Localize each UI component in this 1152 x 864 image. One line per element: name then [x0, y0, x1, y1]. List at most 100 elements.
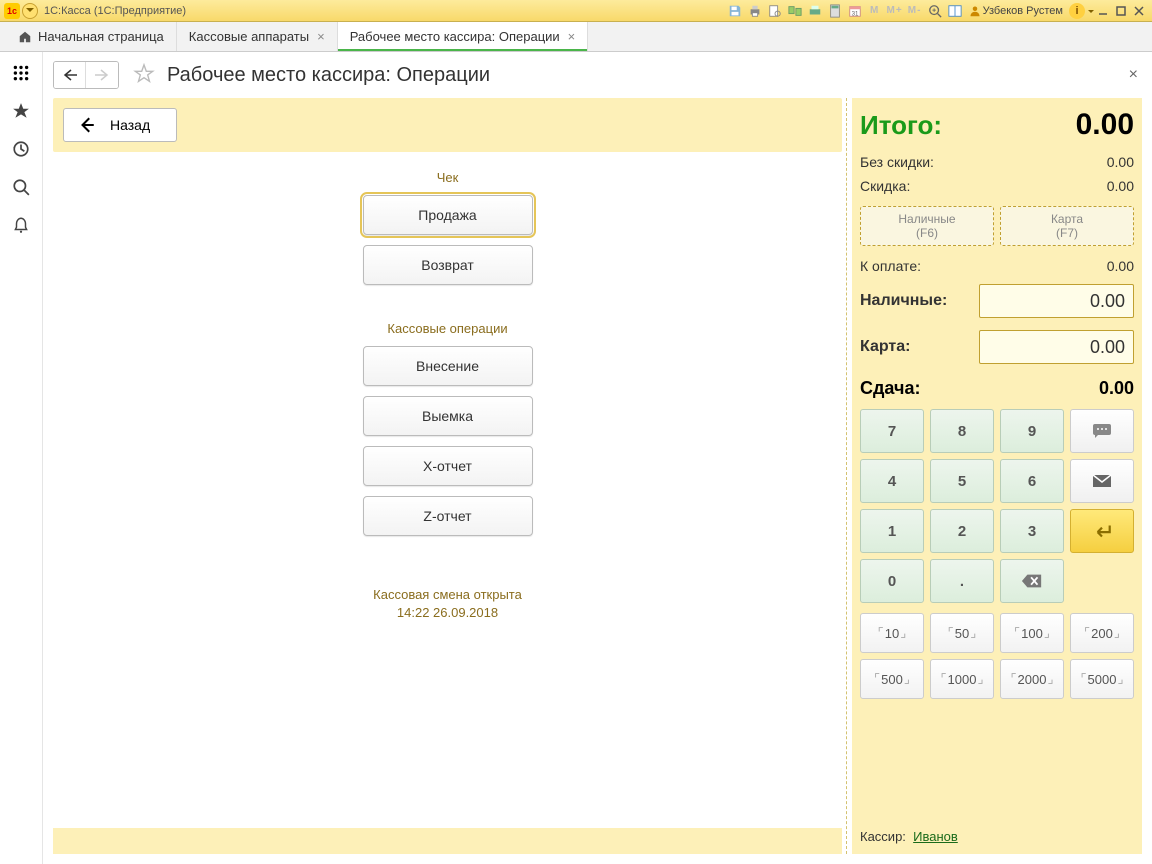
- card-label: Карта:: [860, 338, 910, 356]
- nav-buttons: [53, 61, 119, 89]
- zoom-icon[interactable]: [926, 2, 944, 20]
- save-icon[interactable]: [726, 2, 744, 20]
- history-icon[interactable]: [10, 138, 32, 160]
- nav-forward-button[interactable]: [86, 62, 118, 88]
- denom-1000[interactable]: ⌜1000⌟: [930, 659, 994, 699]
- top-band: Назад: [53, 98, 842, 152]
- app-menu-dropdown[interactable]: [22, 3, 38, 19]
- panels-icon[interactable]: [946, 2, 964, 20]
- tab-home-label: Начальная страница: [38, 29, 164, 44]
- minimize-button[interactable]: [1094, 2, 1112, 20]
- print-icon[interactable]: [746, 2, 764, 20]
- page-header: Рабочее место кассира: Операции ×: [43, 52, 1152, 98]
- denom-200[interactable]: ⌜200⌟: [1070, 613, 1134, 653]
- cashier-label: Кассир:: [860, 829, 906, 844]
- deposit-button[interactable]: Внесение: [363, 346, 533, 386]
- calc-mplus[interactable]: M+: [886, 2, 904, 20]
- key-comment[interactable]: [1070, 409, 1134, 453]
- denom-50[interactable]: ⌜50⌟: [930, 613, 994, 653]
- topay-label: К оплате:: [860, 258, 921, 274]
- close-button[interactable]: [1130, 2, 1148, 20]
- tab-registers[interactable]: Кассовые аппараты ×: [177, 22, 338, 51]
- key-4[interactable]: 4: [860, 459, 924, 503]
- key-6[interactable]: 6: [1000, 459, 1064, 503]
- cash-payment-button[interactable]: Наличные(F6): [860, 206, 994, 246]
- svg-text:31: 31: [851, 10, 858, 17]
- tab-cashier-ops[interactable]: Рабочее место кассира: Операции ×: [338, 22, 589, 51]
- calc-m[interactable]: M: [866, 2, 884, 20]
- bottom-band: [53, 828, 842, 854]
- tab-home[interactable]: Начальная страница: [6, 22, 177, 51]
- change-value: 0.00: [1099, 378, 1134, 399]
- denom-2000[interactable]: ⌜2000⌟: [1000, 659, 1064, 699]
- key-1[interactable]: 1: [860, 509, 924, 553]
- denominations-row2: ⌜500⌟ ⌜1000⌟ ⌜2000⌟ ⌜5000⌟: [860, 659, 1134, 699]
- key-9[interactable]: 9: [1000, 409, 1064, 453]
- menu-grid-icon[interactable]: [10, 62, 32, 84]
- totals-panel: Итого: 0.00 Без скидки:0.00 Скидка:0.00 …: [852, 98, 1142, 854]
- xreport-button[interactable]: X-отчет: [363, 446, 533, 486]
- window-titlebar: 1c 1С:Касса (1С:Предприятие) 31 M M+ M- …: [0, 0, 1152, 22]
- cashier-link[interactable]: Иванов: [913, 829, 958, 844]
- tab-close-icon[interactable]: ×: [568, 29, 576, 44]
- key-dot[interactable]: .: [930, 559, 994, 603]
- return-button[interactable]: Возврат: [363, 245, 533, 285]
- key-8[interactable]: 8: [930, 409, 994, 453]
- key-3[interactable]: 3: [1000, 509, 1064, 553]
- user-name: Узбеков Рустем: [983, 5, 1063, 17]
- shift-info: Кассовая смена открыта 14:22 26.09.2018: [373, 586, 522, 622]
- window-title: 1С:Касса (1С:Предприятие): [44, 5, 186, 17]
- total-label: Итого:: [860, 110, 942, 141]
- favorites-icon[interactable]: [10, 100, 32, 122]
- card-payment-button[interactable]: Карта(F7): [1000, 206, 1134, 246]
- cash-input[interactable]: [979, 284, 1134, 318]
- total-row: Итого: 0.00: [860, 108, 1134, 142]
- key-7[interactable]: 7: [860, 409, 924, 453]
- tab-registers-label: Кассовые аппараты: [189, 29, 309, 44]
- sale-button[interactable]: Продажа: [363, 195, 533, 235]
- preview-icon[interactable]: [766, 2, 784, 20]
- search-icon[interactable]: [10, 176, 32, 198]
- key-enter[interactable]: [1070, 509, 1134, 553]
- card-input[interactable]: [979, 330, 1134, 364]
- nav-back-button[interactable]: [54, 62, 86, 88]
- nodiscount-label: Без скидки:: [860, 154, 934, 170]
- key-2[interactable]: 2: [930, 509, 994, 553]
- left-sidebar: [0, 52, 43, 864]
- tab-close-icon[interactable]: ×: [317, 29, 325, 44]
- cashier-row: Кассир: Иванов: [860, 821, 1134, 844]
- calendar-icon[interactable]: 31: [846, 2, 864, 20]
- back-button[interactable]: Назад: [63, 108, 177, 142]
- user-label[interactable]: Узбеков Рустем: [969, 5, 1063, 17]
- compare-icon[interactable]: [786, 2, 804, 20]
- cash-label: Наличные:: [860, 292, 947, 310]
- calc-mminus[interactable]: M-: [906, 2, 924, 20]
- check-section-label: Чек: [437, 170, 459, 185]
- operations-panel: Назад Чек Продажа Возврат Кассовые опера…: [53, 98, 842, 854]
- key-mail[interactable]: [1070, 459, 1134, 503]
- withdraw-button[interactable]: Выемка: [363, 396, 533, 436]
- denom-5000[interactable]: ⌜5000⌟: [1070, 659, 1134, 699]
- maximize-button[interactable]: [1112, 2, 1130, 20]
- zreport-button[interactable]: Z-отчет: [363, 496, 533, 536]
- key-5[interactable]: 5: [930, 459, 994, 503]
- calculator-icon[interactable]: [826, 2, 844, 20]
- page-close-button[interactable]: ×: [1129, 66, 1138, 84]
- notifications-icon[interactable]: [10, 214, 32, 236]
- shift-timestamp: 14:22 26.09.2018: [373, 604, 522, 622]
- info-dropdown[interactable]: [1087, 5, 1094, 17]
- denom-10[interactable]: ⌜10⌟: [860, 613, 924, 653]
- main-content: Рабочее место кассира: Операции × Назад …: [43, 52, 1152, 864]
- nodiscount-value: 0.00: [1107, 154, 1134, 170]
- denom-500[interactable]: ⌜500⌟: [860, 659, 924, 699]
- info-icon[interactable]: i: [1069, 3, 1085, 19]
- operations-list: Чек Продажа Возврат Кассовые операции Вн…: [53, 152, 842, 828]
- page-title: Рабочее место кассира: Операции: [167, 64, 490, 87]
- cashops-section-label: Кассовые операции: [387, 321, 507, 336]
- tab-cashier-ops-label: Рабочее место кассира: Операции: [350, 29, 560, 44]
- printer2-icon[interactable]: [806, 2, 824, 20]
- favorite-star-icon[interactable]: [133, 63, 157, 87]
- key-0[interactable]: 0: [860, 559, 924, 603]
- denom-100[interactable]: ⌜100⌟: [1000, 613, 1064, 653]
- key-backspace[interactable]: [1000, 559, 1064, 603]
